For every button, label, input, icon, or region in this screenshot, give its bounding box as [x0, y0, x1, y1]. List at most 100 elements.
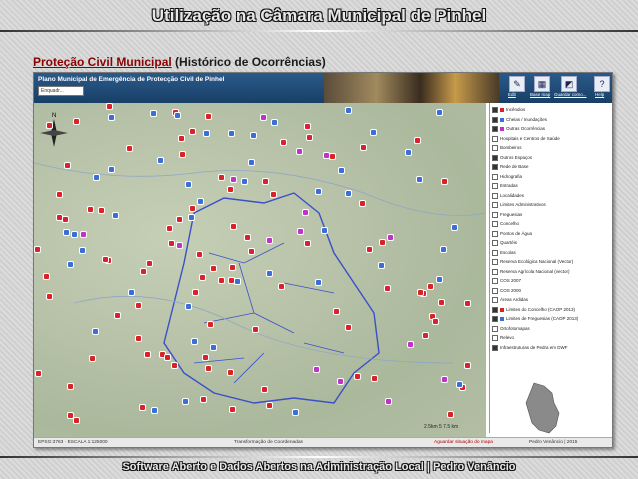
- occurrence-marker[interactable]: [202, 354, 209, 361]
- occurrence-marker[interactable]: [451, 224, 458, 231]
- occurrence-marker[interactable]: [370, 129, 377, 136]
- layer-checkbox[interactable]: [492, 249, 498, 256]
- select-icon[interactable]: ◩: [561, 76, 577, 92]
- occurrence-marker[interactable]: [261, 386, 268, 393]
- occurrence-marker[interactable]: [112, 212, 119, 219]
- layer-checkbox[interactable]: [492, 287, 498, 294]
- occurrence-marker[interactable]: [150, 110, 157, 117]
- layer-checkbox[interactable]: [492, 344, 498, 351]
- occurrence-marker[interactable]: [92, 328, 99, 335]
- occurrence-marker[interactable]: [422, 332, 429, 339]
- occurrence-marker[interactable]: [441, 376, 448, 383]
- occurrence-marker[interactable]: [67, 383, 74, 390]
- occurrence-marker[interactable]: [345, 107, 352, 114]
- occurrence-marker[interactable]: [244, 234, 251, 241]
- occurrence-marker[interactable]: [46, 293, 53, 300]
- occurrence-marker[interactable]: [345, 324, 352, 331]
- occurrence-marker[interactable]: [114, 312, 121, 319]
- occurrence-marker[interactable]: [218, 277, 225, 284]
- occurrence-marker[interactable]: [337, 378, 344, 385]
- occurrence-marker[interactable]: [188, 214, 195, 221]
- occurrence-marker[interactable]: [387, 234, 394, 241]
- occurrence-marker[interactable]: [321, 227, 328, 234]
- layer-item[interactable]: Freguesias: [492, 211, 522, 218]
- occurrence-marker[interactable]: [135, 302, 142, 309]
- occurrence-marker[interactable]: [230, 223, 237, 230]
- occurrence-marker[interactable]: [271, 119, 278, 126]
- occurrence-marker[interactable]: [280, 139, 287, 146]
- occurrence-marker[interactable]: [313, 366, 320, 373]
- occurrence-marker[interactable]: [378, 262, 385, 269]
- occurrence-marker[interactable]: [297, 228, 304, 235]
- occurrence-marker[interactable]: [46, 122, 53, 129]
- occurrence-marker[interactable]: [56, 214, 63, 221]
- occurrence-marker[interactable]: [306, 134, 313, 141]
- layer-item[interactable]: Pontos de Água: [492, 230, 532, 237]
- layer-checkbox[interactable]: [492, 154, 498, 161]
- occurrence-marker[interactable]: [248, 248, 255, 255]
- layer-checkbox[interactable]: [492, 107, 498, 113]
- occurrence-marker[interactable]: [270, 191, 277, 198]
- layer-checkbox[interactable]: [492, 126, 498, 132]
- layer-item[interactable]: Hospitais e Centros de Saúde: [492, 135, 560, 142]
- occurrence-marker[interactable]: [185, 303, 192, 310]
- occurrence-marker[interactable]: [192, 289, 199, 296]
- layer-checkbox[interactable]: [492, 145, 498, 151]
- occurrence-marker[interactable]: [354, 373, 361, 380]
- occurrence-marker[interactable]: [441, 178, 448, 185]
- layer-item[interactable]: Limites Administrativos: [492, 202, 546, 208]
- occurrence-marker[interactable]: [416, 176, 423, 183]
- occurrence-marker[interactable]: [210, 344, 217, 351]
- occurrence-marker[interactable]: [278, 283, 285, 290]
- occurrence-marker[interactable]: [176, 216, 183, 223]
- layer-checkbox[interactable]: [492, 240, 498, 246]
- occurrence-marker[interactable]: [189, 205, 196, 212]
- occurrence-marker[interactable]: [189, 128, 196, 135]
- layer-checkbox[interactable]: [492, 202, 498, 208]
- occurrence-marker[interactable]: [440, 246, 447, 253]
- layer-checkbox[interactable]: [492, 335, 498, 341]
- layer-checkbox[interactable]: [492, 164, 498, 170]
- layer-checkbox[interactable]: [492, 116, 498, 123]
- occurrence-marker[interactable]: [62, 216, 69, 223]
- occurrence-marker[interactable]: [229, 406, 236, 413]
- layer-item[interactable]: Reserva Ecológica Nacional (Vector): [492, 259, 573, 265]
- occurrence-marker[interactable]: [108, 166, 115, 173]
- occurrence-marker[interactable]: [80, 231, 87, 238]
- occurrence-marker[interactable]: [166, 225, 173, 232]
- occurrence-marker[interactable]: [447, 411, 454, 418]
- occurrence-marker[interactable]: [157, 157, 164, 164]
- occurrence-marker[interactable]: [174, 112, 181, 119]
- occurrence-marker[interactable]: [140, 268, 147, 275]
- layer-item[interactable]: COS 2007: [492, 278, 521, 284]
- occurrence-marker[interactable]: [106, 103, 113, 110]
- occurrence-marker[interactable]: [35, 370, 42, 377]
- layer-item[interactable]: Relevo: [492, 335, 514, 341]
- tool-label-save[interactable]: Guardar como...: [554, 92, 587, 97]
- occurrence-marker[interactable]: [139, 404, 146, 411]
- occurrence-marker[interactable]: [56, 191, 63, 198]
- occurrence-marker[interactable]: [304, 123, 311, 130]
- occurrence-marker[interactable]: [73, 118, 80, 125]
- occurrence-marker[interactable]: [266, 402, 273, 409]
- occurrence-marker[interactable]: [164, 354, 171, 361]
- occurrence-marker[interactable]: [436, 109, 443, 116]
- occurrence-marker[interactable]: [146, 260, 153, 267]
- layer-item[interactable]: Hidrografia: [492, 173, 522, 180]
- layer-item[interactable]: Limites de Freguesias (CAOP 2013): [492, 316, 578, 322]
- occurrence-marker[interactable]: [210, 265, 217, 272]
- occurrence-marker[interactable]: [262, 178, 269, 185]
- occurrence-marker[interactable]: [89, 355, 96, 362]
- occurrence-marker[interactable]: [266, 270, 273, 277]
- layer-checkbox[interactable]: [492, 259, 498, 265]
- layer-item[interactable]: Reserva Agrícola Nacional (vector): [492, 268, 570, 275]
- occurrence-marker[interactable]: [79, 247, 86, 254]
- occurrence-marker[interactable]: [229, 264, 236, 271]
- occurrence-marker[interactable]: [199, 274, 206, 281]
- occurrence-marker[interactable]: [360, 144, 367, 151]
- occurrence-marker[interactable]: [427, 283, 434, 290]
- layer-checkbox[interactable]: [492, 221, 498, 227]
- occurrence-marker[interactable]: [71, 231, 78, 238]
- occurrence-marker[interactable]: [200, 396, 207, 403]
- occurrence-marker[interactable]: [464, 362, 471, 369]
